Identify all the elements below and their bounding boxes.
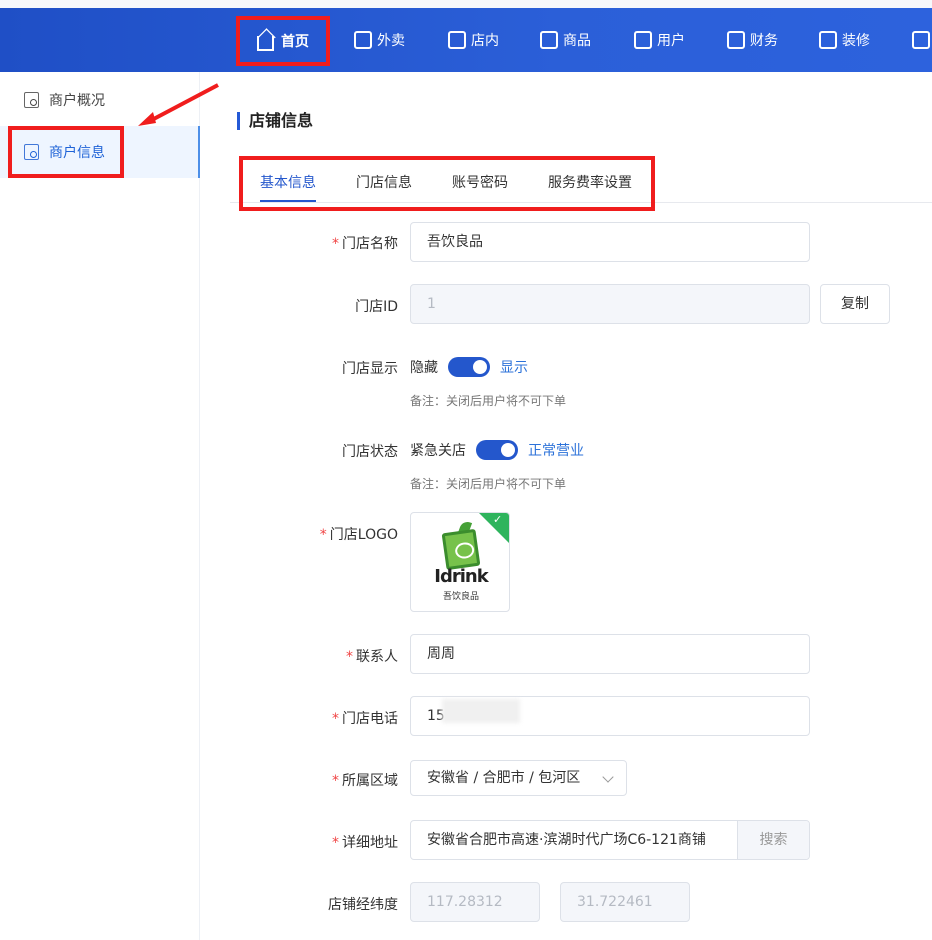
status-off-label: 紧急关店 xyxy=(410,443,466,459)
home-icon xyxy=(257,35,274,51)
nav-users-button[interactable]: 用户 xyxy=(634,8,685,72)
nav-more-icon[interactable] xyxy=(912,8,930,72)
display-label: 门店显示 xyxy=(342,361,398,377)
nav-products-button[interactable]: 商品 xyxy=(540,8,591,72)
display-note: 备注：关闭后用户将不可下单 xyxy=(410,394,567,408)
nav-decoration-button[interactable]: 装修 xyxy=(819,8,870,72)
nav-store-label: 店内 xyxy=(471,33,499,49)
more-menu-icon xyxy=(912,31,930,49)
address-label: * 详细地址 xyxy=(332,835,398,851)
store-id-input: 1 xyxy=(410,284,810,324)
finance-icon xyxy=(727,31,745,49)
annotation-arrow xyxy=(138,83,219,126)
contact-input[interactable]: 周周 xyxy=(410,634,810,674)
nav-finance-button[interactable]: 财务 xyxy=(727,8,778,72)
address-input-group: 安徽省合肥市高速·滨湖时代广场C6-121商铺 搜索 xyxy=(410,820,810,860)
tabs-highlight xyxy=(239,156,655,211)
nav-takeout-button[interactable]: 外卖 xyxy=(354,8,405,72)
selected-check-icon xyxy=(479,513,509,543)
logo-subtitle: 吾饮良品 xyxy=(442,592,479,602)
coordinates-label: 店铺经纬度 xyxy=(328,897,398,913)
latitude-input: 31.722461 xyxy=(560,882,690,922)
sidebar-item-label: 商户概况 xyxy=(49,93,105,109)
nav-store-button[interactable]: 店内 xyxy=(448,8,499,72)
logo-brand: Idrink xyxy=(434,566,488,587)
display-off-label: 隐藏 xyxy=(410,360,438,376)
merchant-info-highlight xyxy=(8,126,124,178)
shop-decoration-icon xyxy=(819,31,837,49)
phone-label: * 门店电话 xyxy=(332,711,398,727)
store-logo-upload[interactable]: Idrink 吾饮良品 xyxy=(410,512,510,612)
region-label: * 所属区域 xyxy=(332,773,398,789)
display-on-label: 显示 xyxy=(500,360,528,376)
status-label: 门店状态 xyxy=(342,444,398,460)
phone-redaction xyxy=(442,699,520,723)
store-icon xyxy=(448,31,466,49)
address-search-button[interactable]: 搜索 xyxy=(737,821,809,859)
longitude-input: 117.28312 xyxy=(410,882,540,922)
logo-label: * 门店LOGO xyxy=(319,527,398,543)
store-id-label: 门店ID xyxy=(355,299,398,315)
nav-home-label: 首页 xyxy=(281,34,309,50)
display-toggle[interactable] xyxy=(448,357,490,377)
status-on-label: 正常营业 xyxy=(528,443,584,459)
contact-label: * 联系人 xyxy=(346,649,398,665)
status-toggle-row: 紧急关店 正常营业 xyxy=(410,440,584,460)
region-value: 安徽省 / 合肥市 / 包河区 xyxy=(427,770,581,786)
nav-finance-label: 财务 xyxy=(750,33,778,49)
product-icon xyxy=(540,31,558,49)
status-note: 备注：关闭后用户将不可下单 xyxy=(410,477,567,491)
sidebar xyxy=(0,72,200,940)
nav-products-label: 商品 xyxy=(563,33,591,49)
page-title: 店铺信息 xyxy=(237,112,313,130)
nav-decoration-label: 装修 xyxy=(842,33,870,49)
delivery-icon xyxy=(354,31,372,49)
nav-takeout-label: 外卖 xyxy=(377,33,405,49)
document-icon xyxy=(24,92,39,108)
address-input[interactable]: 安徽省合肥市高速·滨湖时代广场C6-121商铺 xyxy=(411,821,737,859)
display-toggle-row: 隐藏 显示 xyxy=(410,357,528,377)
drink-cup-icon xyxy=(441,528,481,571)
chevron-down-icon xyxy=(602,771,614,783)
user-icon xyxy=(634,31,652,49)
copy-button[interactable]: 复制 xyxy=(820,284,890,324)
region-select[interactable]: 安徽省 / 合肥市 / 包河区 xyxy=(410,760,627,796)
store-name-label: * 门店名称 xyxy=(332,236,398,252)
nav-home-button[interactable]: 首页 xyxy=(236,16,330,66)
nav-users-label: 用户 xyxy=(657,33,685,49)
store-name-input[interactable]: 吾饮良品 xyxy=(410,222,810,262)
status-toggle[interactable] xyxy=(476,440,518,460)
